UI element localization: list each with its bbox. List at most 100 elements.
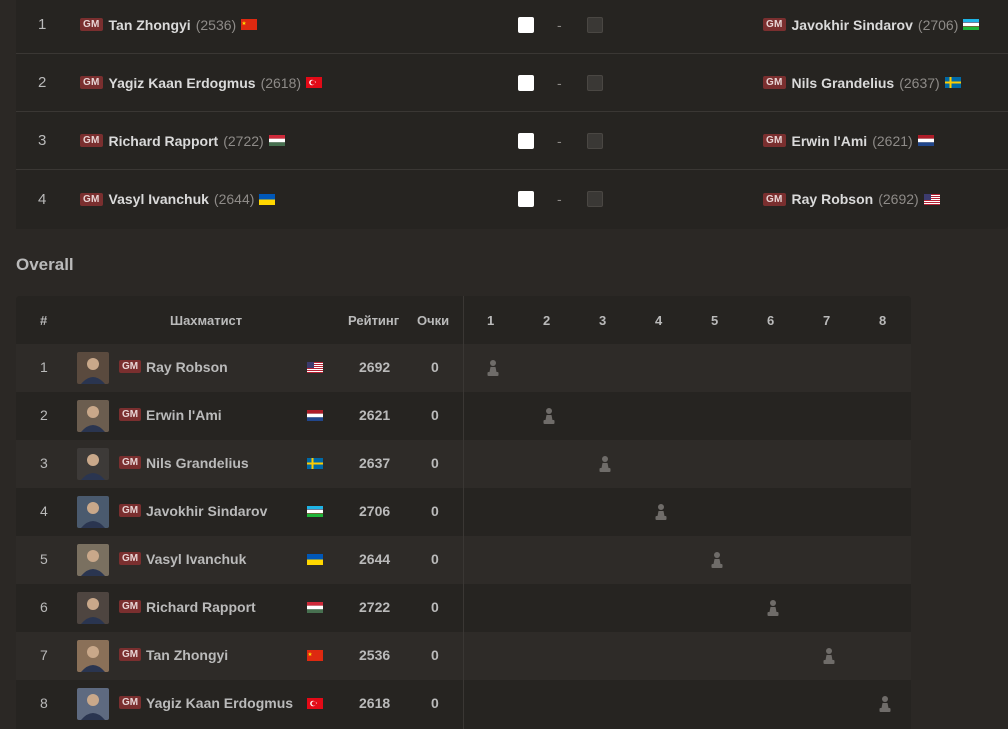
pairing-row[interactable]: 1 GM Tan Zhongyi (2536) - GM Javokhir Si… [16,0,1008,54]
player-points: 0 [431,359,439,375]
header-points[interactable]: Очки [417,313,449,328]
player-name[interactable]: Ray Robson [146,359,228,375]
title-badge: GM [119,600,142,613]
player-name[interactable]: Javokhir Sindarov [792,17,913,33]
header-num: # [40,313,48,328]
black-player[interactable]: GM Ray Robson (2692) [763,191,940,207]
player-avatar [77,688,109,720]
pawn-icon [543,408,555,424]
section-title: Overall [16,255,74,274]
player-rating: (2706) [917,16,959,33]
header-round: 1 [487,313,495,328]
player-name[interactable]: Yagiz Kaan Erdogmus [109,75,256,91]
flag-us-icon [307,362,323,373]
white-player[interactable]: GM Tan Zhongyi (2536) [80,17,258,33]
header-round: 5 [711,313,719,328]
flag-nl-icon [307,410,323,421]
rank-number: 6 [40,599,48,615]
player-rating: (2637) [899,74,940,91]
player-points: 0 [431,455,439,471]
black-player[interactable]: GM Erwin l'Ami (2621) [763,133,934,149]
pawn-icon [487,360,499,376]
black-result-square [587,191,603,207]
player-rating: 2618 [359,695,391,711]
title-badge: GM [119,360,142,373]
white-player[interactable]: GM Yagiz Kaan Erdogmus (2618) [80,75,323,91]
white-player[interactable]: GM Richard Rapport (2722) [80,133,285,149]
player-avatar [77,448,109,480]
flag-uz-icon [307,506,323,517]
player-name[interactable]: Ray Robson [792,191,874,207]
player-name[interactable]: Vasyl Ivanchuk [109,191,209,207]
flag-hu-icon [268,135,285,146]
player-name[interactable]: Erwin l'Ami [146,407,222,423]
player-points: 0 [431,695,439,711]
rank-number: 4 [40,503,48,519]
player-avatar [77,400,109,432]
header-rating[interactable]: Рейтинг [348,313,399,328]
pairing-row[interactable]: 2 GM Yagiz Kaan Erdogmus (2618) - GM Nil… [16,54,1008,112]
player-name[interactable]: Richard Rapport [109,133,219,149]
player-points: 0 [431,503,439,519]
board-number: 3 [38,132,47,149]
title-badge: GM [763,134,786,147]
player-avatar [77,592,109,624]
white-result-square [518,191,534,207]
header-round: 2 [543,313,551,328]
title-badge: GM [763,76,786,89]
player-rating: 2692 [359,359,391,375]
player-rating: 2637 [359,455,391,471]
standings-table: # Шахматист Рейтинг Очки 1 2 3 4 5 6 7 8… [16,296,911,729]
title-badge: GM [119,504,142,517]
result-dash: - [557,191,562,207]
pairing-row[interactable]: 3 GM Richard Rapport (2722) - GM Erwin l… [16,112,1008,170]
flag-tr-icon [307,698,323,709]
pawn-icon [711,552,723,568]
rank-number: 5 [40,551,48,567]
white-result-square [518,74,534,91]
rank-number: 8 [40,695,48,711]
player-rating: 2706 [359,503,391,519]
title-badge: GM [80,76,103,89]
player-avatar [77,640,109,672]
black-player[interactable]: GM Nils Grandelius (2637) [763,75,961,91]
player-name[interactable]: Javokhir Sindarov [146,503,267,519]
result-dash: - [557,132,562,149]
pawn-icon [655,504,667,520]
white-player[interactable]: GM Vasyl Ivanchuk (2644) [80,191,276,207]
title-badge: GM [80,18,103,31]
flag-us-icon [923,193,940,205]
player-rating: (2621) [872,132,913,149]
white-result-square [518,132,534,149]
player-rating: (2722) [223,132,264,149]
title-badge: GM [119,648,142,661]
player-name[interactable]: Richard Rapport [146,599,256,615]
pairings-panel: 1 GM Tan Zhongyi (2536) - GM Javokhir Si… [16,0,1008,229]
flag-hu-icon [307,602,323,613]
board-number: 2 [38,74,47,91]
pawn-icon [879,696,891,712]
header-round: 7 [823,313,831,328]
pairing-row[interactable]: 4 GM Vasyl Ivanchuk (2644) - GM Ray Robs… [16,170,1008,228]
player-avatar [77,496,109,528]
flag-cn-icon [241,19,258,30]
pawn-icon [767,600,779,616]
player-points: 0 [431,407,439,423]
white-result-square [518,16,534,33]
board-number: 4 [38,190,47,208]
header-player[interactable]: Шахматист [170,313,242,328]
player-rating: (2692) [878,191,919,207]
player-rating: (2644) [213,191,255,207]
player-name[interactable]: Tan Zhongyi [146,647,228,663]
player-name[interactable]: Nils Grandelius [146,455,249,471]
player-rating: 2722 [359,599,391,615]
player-name[interactable]: Erwin l'Ami [792,133,868,149]
player-name[interactable]: Tan Zhongyi [109,17,191,33]
player-name[interactable]: Yagiz Kaan Erdogmus [146,695,293,711]
player-name[interactable]: Vasyl Ivanchuk [146,551,246,567]
header-round: 3 [599,313,607,328]
black-player[interactable]: GM Javokhir Sindarov (2706) [763,16,980,33]
flag-ua-icon [259,193,276,205]
player-name[interactable]: Nils Grandelius [792,75,895,91]
rank-number: 7 [40,647,48,663]
